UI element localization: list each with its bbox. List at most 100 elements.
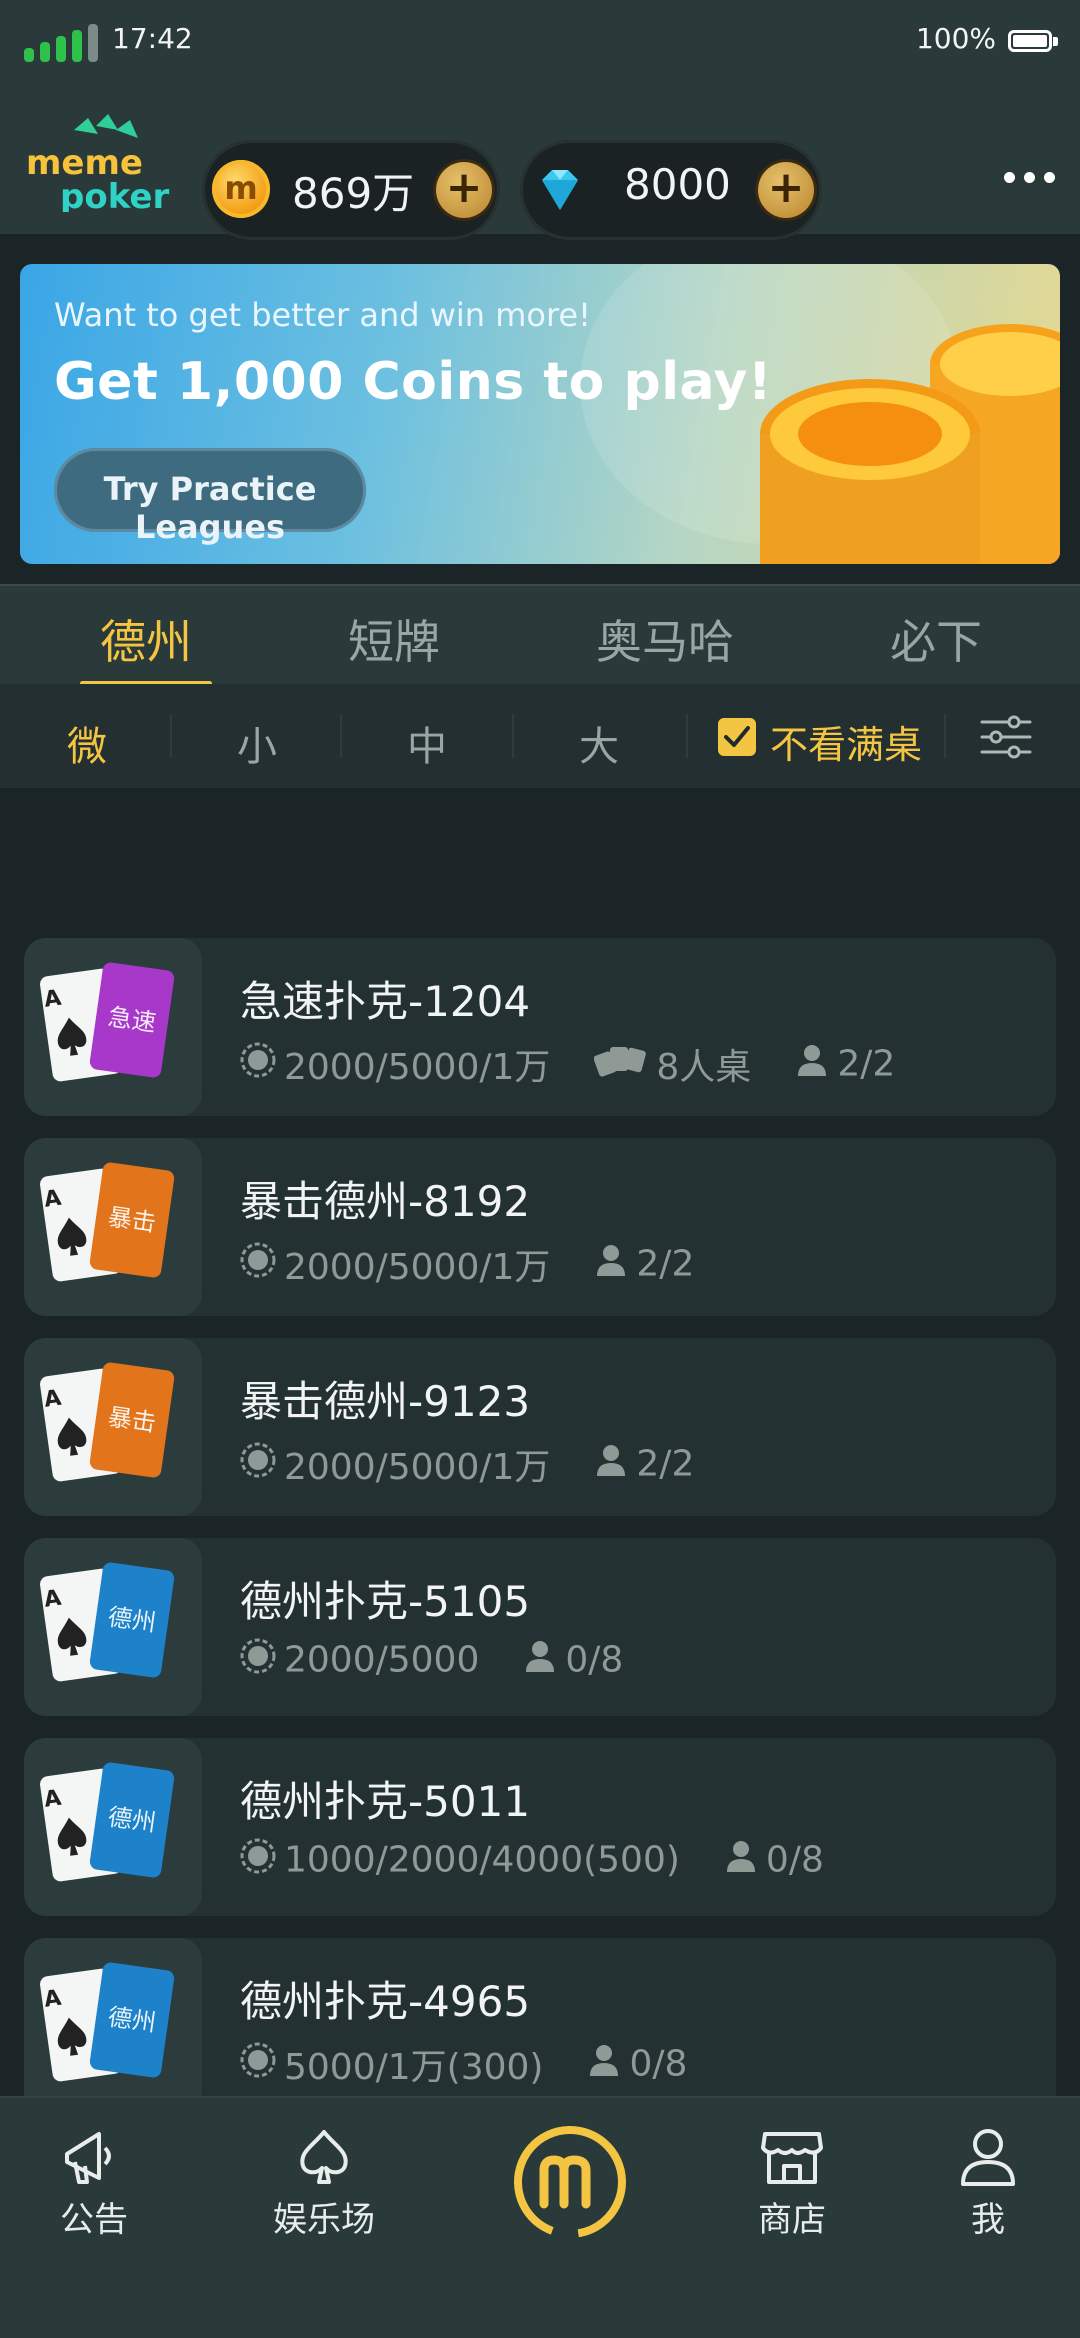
- room-stats: 2000/5000 0/8: [240, 1638, 667, 1682]
- game-type-tabs: 德州 短牌 奥马哈 必下: [0, 584, 1080, 686]
- svg-text:poker: poker: [60, 177, 169, 212]
- tab-label: 德州: [100, 615, 192, 669]
- room-row[interactable]: A 急速 急速扑克-1204 2000/5000/1万 8人桌 2/2: [24, 938, 1056, 1116]
- svg-text:A: A: [42, 986, 62, 1013]
- spade-icon: [300, 2130, 348, 2184]
- banner-subtitle: Want to get better and win more!: [54, 296, 591, 334]
- blinds-info: 1000/2000/4000(500): [240, 1838, 680, 1881]
- bottom-navigation: 公告 娱乐场 商店 我: [0, 2098, 1080, 2338]
- signal-icon: [24, 22, 100, 62]
- tab-label: 必下: [890, 615, 982, 669]
- meme-poker-logo: meme poker: [26, 114, 169, 212]
- room-card-icon: A 暴击: [24, 1138, 202, 1316]
- players-value: 2/2: [636, 1443, 695, 1485]
- chip-icon: [240, 1638, 276, 1674]
- coin-amount: 869万: [292, 169, 415, 218]
- nav-entertainment[interactable]: 娱乐场: [244, 2126, 404, 2241]
- chip-icon: [240, 1442, 276, 1478]
- stake-filter-bar: 微 小 中 大 不看满桌: [0, 684, 1080, 788]
- tab-must-bet[interactable]: 必下: [866, 606, 1006, 686]
- player-count-icon: [597, 1245, 626, 1276]
- hide-full-label[interactable]: 不看满桌: [770, 714, 922, 769]
- svg-text:A: A: [42, 1786, 62, 1813]
- stake-medium[interactable]: 中: [342, 714, 512, 772]
- room-name: 德州扑克-4965: [240, 1977, 531, 2026]
- room-stats: 2000/5000/1万 2/2: [240, 1238, 738, 1288]
- nav-label: 娱乐场: [273, 2200, 375, 2240]
- players-info: 2/2: [795, 1042, 895, 1085]
- blinds-value: 2000/5000/1万: [284, 1247, 551, 1288]
- room-row[interactable]: A 德州 德州扑克-5011 1000/2000/4000(500) 0/8: [24, 1738, 1056, 1916]
- players-info: 0/8: [587, 2042, 687, 2085]
- try-practice-leagues-button[interactable]: Try Practice Leagues: [54, 448, 366, 546]
- battery-icon: [1008, 30, 1058, 52]
- room-stats: 2000/5000/1万 8人桌 2/2: [240, 1038, 939, 1088]
- room-row[interactable]: A 德州 德州扑克-4965 5000/1万(300) 0/8: [24, 1938, 1056, 2116]
- players-info: 2/2: [594, 1442, 694, 1485]
- tab-omaha[interactable]: 奥马哈: [578, 606, 752, 686]
- gem-balance: 8000 +: [520, 140, 822, 240]
- cta-label: Try Practice Leagues: [103, 470, 317, 546]
- hide-full-checkbox[interactable]: [718, 718, 756, 756]
- blinds-info: 5000/1万(300): [240, 2038, 543, 2090]
- player-count-icon: [798, 1045, 827, 1076]
- players-value: 0/8: [629, 2043, 688, 2085]
- filter-settings-icon[interactable]: [980, 714, 1032, 760]
- promo-banner[interactable]: Want to get better and win more! Get 1,0…: [20, 264, 1060, 564]
- status-bar: 17:42 100%: [0, 0, 1080, 84]
- clock: 17:42: [112, 22, 193, 55]
- player-count-icon: [526, 1641, 555, 1672]
- room-row[interactable]: A 暴击 暴击德州-9123 2000/5000/1万 2/2: [24, 1338, 1056, 1516]
- players-value: 0/8: [765, 1839, 824, 1881]
- nav-announcements[interactable]: 公告: [14, 2126, 174, 2241]
- stake-micro[interactable]: 微: [2, 714, 172, 772]
- megaphone-icon: [65, 2132, 111, 2184]
- svg-text:A: A: [42, 1186, 62, 1213]
- room-stats: 5000/1万(300) 0/8: [240, 2038, 731, 2088]
- players-info: 0/8: [724, 1838, 824, 1881]
- nav-shop[interactable]: 商店: [712, 2126, 872, 2241]
- room-card-icon: A 德州: [24, 1538, 202, 1716]
- chip-icon: [240, 1042, 276, 1078]
- room-card-icon: A 急速: [24, 938, 202, 1116]
- svg-text:A: A: [42, 1386, 62, 1413]
- nav-label: 商店: [758, 2200, 826, 2240]
- blinds-value: 1000/2000/4000(500): [284, 1839, 680, 1881]
- user-icon: [961, 2129, 1015, 2186]
- blinds-value: 2000/5000/1万: [284, 1047, 551, 1088]
- table-size-info: 8人桌: [594, 1038, 751, 1090]
- add-coins-button[interactable]: +: [436, 162, 492, 218]
- stake-large[interactable]: 大: [514, 714, 684, 772]
- blinds-info: 2000/5000: [240, 1638, 479, 1681]
- player-count-icon: [597, 1445, 626, 1476]
- tab-short-deck[interactable]: 短牌: [324, 606, 464, 686]
- players-info: 0/8: [523, 1638, 623, 1681]
- room-card-icon: A 暴击: [24, 1338, 202, 1516]
- checkmark-icon: [724, 726, 750, 747]
- shop-icon: [761, 2132, 823, 2184]
- player-count-icon: [590, 2045, 619, 2076]
- room-stats: 1000/2000/4000(500) 0/8: [240, 1838, 868, 1882]
- room-name: 急速扑克-1204: [240, 977, 531, 1026]
- svg-text:A: A: [42, 1586, 62, 1613]
- more-menu-button[interactable]: [1004, 166, 1056, 186]
- coin-icon: m: [212, 160, 270, 218]
- meme-home-button[interactable]: [510, 2122, 630, 2242]
- diamond-icon: [542, 170, 578, 210]
- players-info: 2/2: [594, 1242, 694, 1285]
- nav-profile[interactable]: 我: [908, 2126, 1068, 2241]
- chip-icon: [240, 2042, 276, 2078]
- players-value: 2/2: [837, 1043, 896, 1085]
- blinds-value: 5000/1万(300): [284, 2047, 544, 2088]
- stake-small[interactable]: 小: [172, 714, 342, 772]
- room-name: 暴击德州-8192: [240, 1177, 531, 1226]
- room-row[interactable]: A 暴击 暴击德州-8192 2000/5000/1万 2/2: [24, 1138, 1056, 1316]
- divider: [686, 714, 688, 758]
- blinds-info: 2000/5000/1万: [240, 1438, 550, 1490]
- coin-balance: m 869万 +: [202, 140, 500, 240]
- room-row[interactable]: A 德州 德州扑克-5105 2000/5000 0/8: [24, 1538, 1056, 1716]
- tab-texas[interactable]: 德州: [80, 606, 212, 686]
- coin-stack-illustration: [760, 324, 1060, 564]
- gem-amount: 8000: [624, 160, 731, 209]
- add-gems-button[interactable]: +: [758, 162, 814, 218]
